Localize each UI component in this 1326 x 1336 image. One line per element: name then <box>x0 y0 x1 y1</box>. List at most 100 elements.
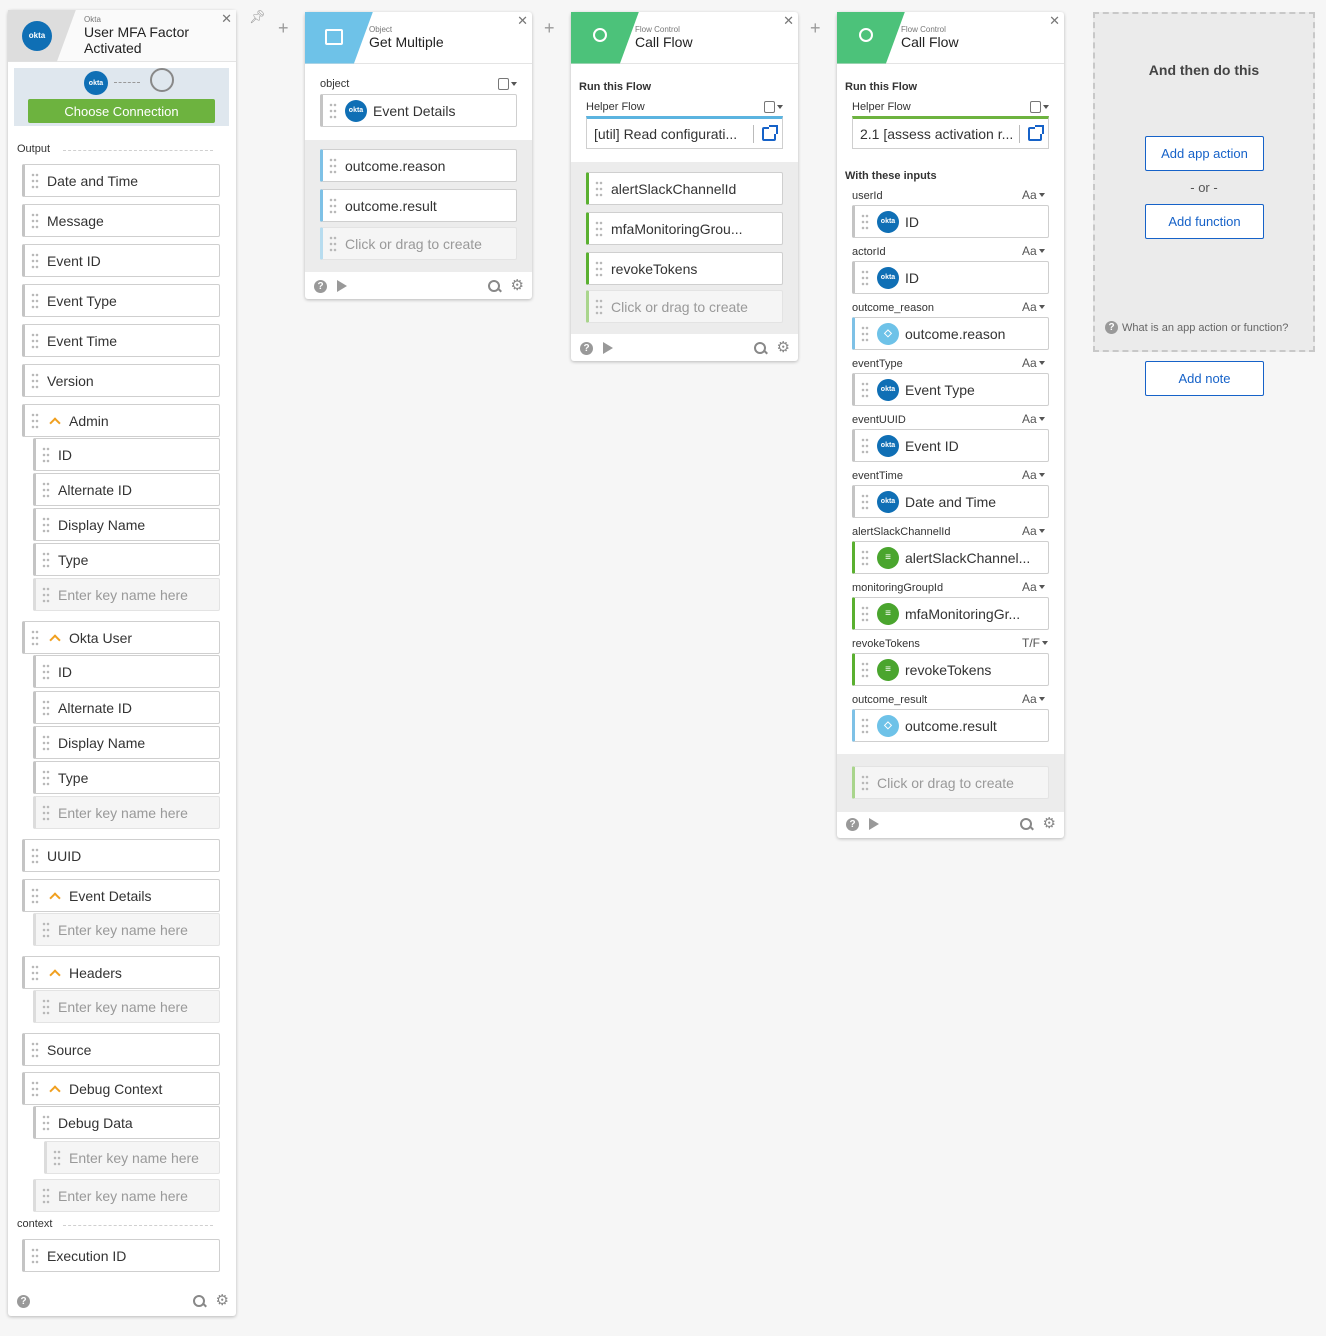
drag-handle-icon[interactable] <box>42 1113 50 1132</box>
drag-handle-icon[interactable] <box>42 803 50 822</box>
drag-handle-icon[interactable] <box>329 234 337 253</box>
drag-handle-icon[interactable] <box>861 492 869 511</box>
debug-data-key-input[interactable]: Enter key name here <box>44 1141 220 1174</box>
gear-icon[interactable]: ⚙ <box>216 1293 229 1308</box>
output-mfa-monitoring[interactable]: mfaMonitoringGrou... <box>586 212 783 245</box>
gear-icon[interactable]: ⚙ <box>511 278 524 293</box>
drag-handle-icon[interactable] <box>329 156 337 175</box>
external-link-icon[interactable] <box>1028 125 1044 141</box>
drag-handle-icon[interactable] <box>53 1148 61 1167</box>
input-type-select[interactable]: Aa <box>1022 300 1045 314</box>
gear-icon[interactable]: ⚙ <box>1043 816 1056 831</box>
output-user-alt-id[interactable]: Alternate ID <box>33 691 220 724</box>
chevron-up-icon[interactable] <box>49 416 61 429</box>
gear-icon[interactable]: ⚙ <box>777 340 790 355</box>
drag-handle-icon[interactable] <box>31 1246 39 1265</box>
drag-handle-icon[interactable] <box>329 101 337 120</box>
chevron-up-icon[interactable] <box>49 633 61 646</box>
output-admin[interactable]: Admin <box>22 404 220 437</box>
play-icon[interactable] <box>337 280 347 292</box>
drag-handle-icon[interactable] <box>31 1040 39 1059</box>
external-link-icon[interactable] <box>762 125 778 141</box>
output-uuid[interactable]: UUID <box>22 839 220 872</box>
play-icon[interactable] <box>869 818 879 830</box>
help-link[interactable]: ? What is an app action or function? <box>1105 321 1288 334</box>
help-icon[interactable]: ? <box>580 341 593 355</box>
choose-connection-button[interactable]: Choose Connection <box>28 99 215 123</box>
output-outcome-result[interactable]: outcome.result <box>320 189 517 222</box>
input-type-select[interactable] <box>498 78 517 90</box>
input-type-select[interactable]: T/F <box>1022 636 1048 650</box>
drag-handle-icon[interactable] <box>595 297 603 316</box>
output-alert-slack[interactable]: alertSlackChannelId <box>586 172 783 205</box>
drag-handle-icon[interactable] <box>42 1186 50 1205</box>
close-icon[interactable]: ✕ <box>783 13 794 29</box>
add-function-button[interactable]: Add function <box>1145 204 1264 239</box>
chevron-up-icon[interactable] <box>49 891 61 904</box>
drag-handle-icon[interactable] <box>31 331 39 350</box>
input-userId-field[interactable]: okta ID <box>852 205 1049 238</box>
output-event-time[interactable]: Event Time <box>22 324 220 357</box>
callflow-2-header[interactable]: Flow Control Call Flow ✕ <box>837 11 1064 64</box>
callflow-1-header[interactable]: Flow Control Call Flow ✕ <box>571 11 798 64</box>
input-eventTime-field[interactable]: okta Date and Time <box>852 485 1049 518</box>
input-type-select[interactable]: Aa <box>1022 188 1045 202</box>
drag-handle-icon[interactable] <box>42 550 50 569</box>
search-icon[interactable] <box>1019 817 1033 831</box>
drag-handle-icon[interactable] <box>595 259 603 278</box>
drag-handle-icon[interactable] <box>31 1079 39 1098</box>
helper-type-select[interactable] <box>764 101 783 113</box>
drag-handle-icon[interactable] <box>861 436 869 455</box>
input-type-select[interactable]: Aa <box>1022 244 1045 258</box>
drag-handle-icon[interactable] <box>595 179 603 198</box>
output-message[interactable]: Message <box>22 204 220 237</box>
output-revoke-tokens[interactable]: revokeTokens <box>586 252 783 285</box>
create-output-field[interactable]: Click or drag to create <box>586 290 783 323</box>
output-event-type[interactable]: Event Type <box>22 284 220 317</box>
output-outcome-reason[interactable]: outcome.reason <box>320 149 517 182</box>
pin-icon[interactable]: 📌︎ <box>249 9 266 25</box>
search-icon[interactable] <box>487 279 501 293</box>
chevron-up-icon[interactable] <box>49 968 61 981</box>
drag-handle-icon[interactable] <box>31 886 39 905</box>
output-admin-id[interactable]: ID <box>33 438 220 471</box>
output-debug-data[interactable]: Debug Data <box>33 1106 220 1139</box>
add-note-button[interactable]: Add note <box>1145 361 1264 396</box>
drag-handle-icon[interactable] <box>861 773 869 792</box>
create-output-field[interactable]: Click or drag to create <box>852 766 1049 799</box>
add-step-icon[interactable]: + <box>278 18 289 39</box>
output-version[interactable]: Version <box>22 364 220 397</box>
output-user-type[interactable]: Type <box>33 761 220 794</box>
object-card-header[interactable]: Object Get Multiple ✕ <box>305 11 532 64</box>
help-icon[interactable]: ? <box>314 279 327 293</box>
drag-handle-icon[interactable] <box>42 997 50 1016</box>
input-eventUUID-field[interactable]: okta Event ID <box>852 429 1049 462</box>
drag-handle-icon[interactable] <box>42 768 50 787</box>
headers-key-input[interactable]: Enter key name here <box>33 990 220 1023</box>
drag-handle-icon[interactable] <box>329 196 337 215</box>
event-card-header[interactable]: okta Okta User MFA Factor Activated ✕ <box>8 9 236 62</box>
drag-handle-icon[interactable] <box>42 480 50 499</box>
drag-handle-icon[interactable] <box>595 219 603 238</box>
drag-handle-icon[interactable] <box>42 662 50 681</box>
drag-handle-icon[interactable] <box>31 628 39 647</box>
output-execution-id[interactable]: Execution ID <box>22 1239 220 1272</box>
help-icon[interactable]: ? <box>846 817 859 831</box>
chevron-up-icon[interactable] <box>49 1084 61 1097</box>
input-type-select[interactable]: Aa <box>1022 692 1045 706</box>
drag-handle-icon[interactable] <box>861 716 869 735</box>
output-source[interactable]: Source <box>22 1033 220 1066</box>
add-step-icon[interactable]: + <box>544 18 555 39</box>
output-headers[interactable]: Headers <box>22 956 220 989</box>
drag-handle-icon[interactable] <box>42 585 50 604</box>
output-date-time[interactable]: Date and Time <box>22 164 220 197</box>
output-okta-user[interactable]: Okta User <box>22 621 220 654</box>
input-outcome_result-field[interactable]: ◇ outcome.result <box>852 709 1049 742</box>
drag-handle-icon[interactable] <box>31 171 39 190</box>
helper-flow-select[interactable]: [util] Read configurati... <box>586 116 783 149</box>
helper-flow-select[interactable]: 2.1 [assess activation r... <box>852 116 1049 149</box>
drag-handle-icon[interactable] <box>42 515 50 534</box>
input-outcome_reason-field[interactable]: ◇ outcome.reason <box>852 317 1049 350</box>
close-icon[interactable]: ✕ <box>221 11 232 27</box>
debug-key-input[interactable]: Enter key name here <box>33 1179 220 1212</box>
